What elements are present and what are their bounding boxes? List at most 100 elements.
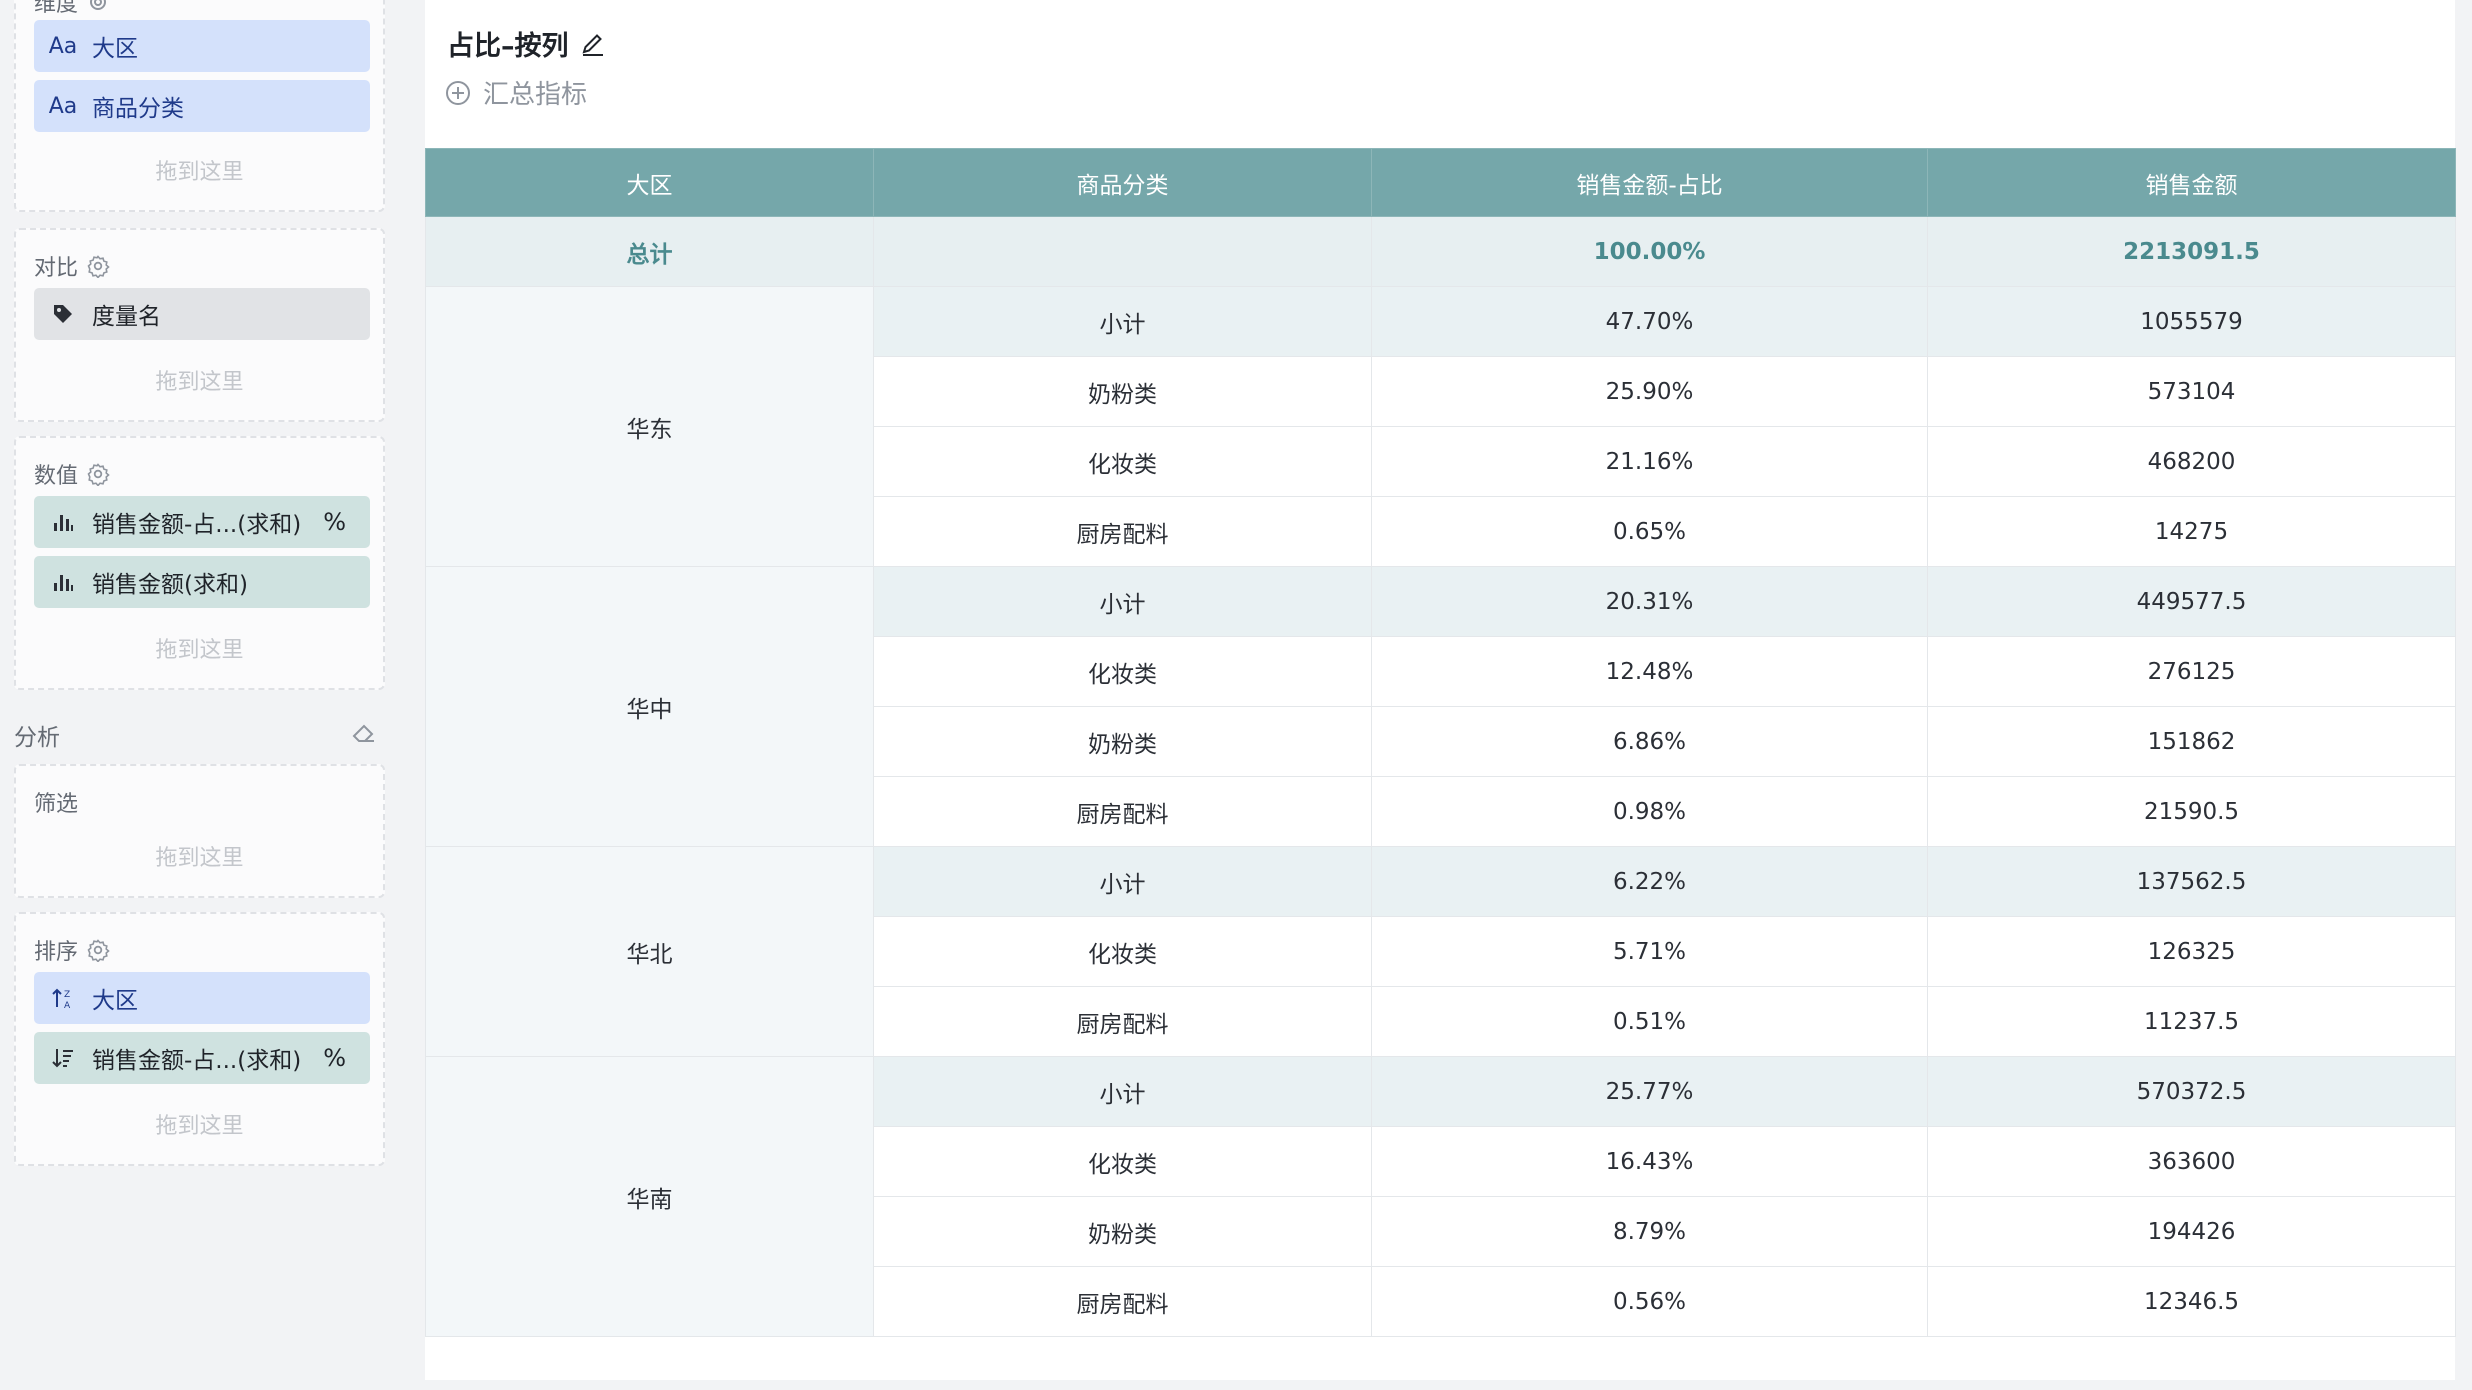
total-amount: 2213091.5 xyxy=(1927,216,2456,287)
category-cell: 化妆类 xyxy=(873,916,1372,987)
category-cell: 小计 xyxy=(873,566,1372,637)
chip-label: 大区 xyxy=(92,988,138,1014)
chart-title: 占比–按列 xyxy=(447,24,607,63)
pct-cell: 6.86% xyxy=(1371,706,1928,777)
chip-label: 销售金额(求和) xyxy=(92,572,248,598)
subtotal-row: 华中 小计 20.31% 449577.5 xyxy=(425,566,2456,847)
column-header-region[interactable]: 大区 xyxy=(425,148,874,217)
pct-cell: 0.51% xyxy=(1371,986,1928,1057)
pct-cell: 6.22% xyxy=(1371,846,1928,917)
column-header-sales-pct[interactable]: 销售金额-占比 xyxy=(1371,148,1928,217)
amount-cell: 570372.5 xyxy=(1927,1056,2456,1127)
region-cell: 华南 xyxy=(425,1056,874,1337)
compare-title-label: 对比 xyxy=(34,256,79,281)
pct-cell: 16.43% xyxy=(1371,1126,1928,1197)
category-cell: 奶粉类 xyxy=(873,706,1372,777)
compare-chip-measure-name[interactable]: 度量名 xyxy=(34,288,370,340)
svg-text:Z: Z xyxy=(64,990,70,1000)
region-cell: 华东 xyxy=(425,286,874,567)
amount-cell: 21590.5 xyxy=(1927,776,2456,847)
drop-hint: 拖到这里 xyxy=(155,160,244,185)
sort-section-title: 排序 xyxy=(34,934,110,966)
total-label: 总计 xyxy=(425,216,874,287)
percent-icon[interactable]: % xyxy=(323,508,346,536)
dimension-drop-zone[interactable]: 维度 Aa 大区 Aa 商品分类 拖到这里 xyxy=(14,0,385,212)
pct-cell: 0.56% xyxy=(1371,1266,1928,1337)
analysis-section-title: 分析 xyxy=(14,725,60,751)
category-cell: 厨房配料 xyxy=(873,986,1372,1057)
gear-icon[interactable] xyxy=(86,462,110,486)
category-cell: 厨房配料 xyxy=(873,1266,1372,1337)
column-header-sales-amount[interactable]: 销售金额 xyxy=(1927,148,2456,217)
amount-cell: 449577.5 xyxy=(1927,566,2456,637)
filter-title-label: 筛选 xyxy=(34,792,79,817)
value-section-title: 数值 xyxy=(34,458,110,490)
text-type-icon: Aa xyxy=(48,93,78,119)
compare-drop-zone[interactable]: 对比 度量名 拖到这里 xyxy=(14,228,385,422)
chart-card: 占比–按列 汇总指标 大区 商品分类 销售金额-占比 销售金额 总计 100.0… xyxy=(425,0,2456,1380)
filter-drop-zone[interactable]: 筛选 拖到这里 xyxy=(14,764,385,898)
amount-cell: 14275 xyxy=(1927,496,2456,567)
amount-cell: 137562.5 xyxy=(1927,846,2456,917)
field-config-panel: 维度 Aa 大区 Aa 商品分类 拖到这里 对比 度量名 拖到这里 数值 销售金… xyxy=(0,0,400,1390)
amount-cell: 194426 xyxy=(1927,1196,2456,1267)
percent-icon[interactable]: % xyxy=(323,1044,346,1072)
add-summary-metric-button[interactable]: 汇总指标 xyxy=(445,74,587,111)
bar-chart-icon xyxy=(50,571,76,593)
pct-cell: 12.48% xyxy=(1371,636,1928,707)
category-cell: 化妆类 xyxy=(873,636,1372,707)
pct-cell: 5.71% xyxy=(1371,916,1928,987)
sort-chip-sales-pct[interactable]: 销售金额-占...(求和) % xyxy=(34,1032,370,1084)
compare-section-title: 对比 xyxy=(34,250,110,282)
sort-chip-region[interactable]: ZA 大区 xyxy=(34,972,370,1024)
eraser-icon[interactable] xyxy=(350,718,378,746)
sort-title-label: 排序 xyxy=(34,940,79,965)
category-cell: 化妆类 xyxy=(873,426,1372,497)
chip-label: 度量名 xyxy=(92,304,161,330)
add-summary-metric-label: 汇总指标 xyxy=(483,80,588,110)
tag-icon xyxy=(50,303,76,325)
gear-icon[interactable] xyxy=(86,938,110,962)
gear-icon[interactable] xyxy=(86,0,110,14)
category-cell: 厨房配料 xyxy=(873,776,1372,847)
category-cell: 小计 xyxy=(873,1056,1372,1127)
value-drop-zone[interactable]: 数值 销售金额-占...(求和) % 销售金额(求和) 拖到这里 xyxy=(14,436,385,690)
drop-hint: 拖到这里 xyxy=(155,846,244,871)
amount-cell: 126325 xyxy=(1927,916,2456,987)
pct-cell: 20.31% xyxy=(1371,566,1928,637)
drop-hint: 拖到这里 xyxy=(155,638,244,663)
pivot-table: 大区 商品分类 销售金额-占比 销售金额 总计 100.00% 2213091.… xyxy=(425,148,2456,1337)
amount-cell: 1055579 xyxy=(1927,286,2456,357)
sort-drop-zone[interactable]: 排序 ZA 大区 销售金额-占...(求和) % 拖到这里 xyxy=(14,912,385,1166)
pct-cell: 0.65% xyxy=(1371,496,1928,567)
value-chip-sales-pct[interactable]: 销售金额-占...(求和) % xyxy=(34,496,370,548)
amount-cell: 12346.5 xyxy=(1927,1266,2456,1337)
edit-icon[interactable] xyxy=(579,30,607,58)
pct-cell: 21.16% xyxy=(1371,426,1928,497)
pct-cell: 25.90% xyxy=(1371,356,1928,427)
pct-cell: 25.77% xyxy=(1371,1056,1928,1127)
dimension-chip-region[interactable]: Aa 大区 xyxy=(34,20,370,72)
category-cell: 奶粉类 xyxy=(873,356,1372,427)
category-cell: 奶粉类 xyxy=(873,1196,1372,1267)
sort-desc-icon xyxy=(50,1046,76,1070)
value-chip-sales-amount[interactable]: 销售金额(求和) xyxy=(34,556,370,608)
column-header-category[interactable]: 商品分类 xyxy=(873,148,1372,217)
subtotal-row: 华东 小计 47.70% 1055579 xyxy=(425,286,2456,567)
chart-title-text: 占比–按列 xyxy=(447,31,569,62)
add-circle-icon xyxy=(446,80,470,105)
chip-label: 商品分类 xyxy=(92,96,184,122)
gear-icon[interactable] xyxy=(86,254,110,278)
amount-cell: 573104 xyxy=(1927,356,2456,427)
dimension-chip-category[interactable]: Aa 商品分类 xyxy=(34,80,370,132)
region-cell: 华中 xyxy=(425,566,874,847)
amount-cell: 276125 xyxy=(1927,636,2456,707)
table-header-row: 大区 商品分类 销售金额-占比 销售金额 xyxy=(425,148,2456,217)
dimension-section-title: 维度 xyxy=(34,0,110,18)
category-cell: 厨房配料 xyxy=(873,496,1372,567)
total-category-cell xyxy=(873,216,1372,287)
category-cell: 小计 xyxy=(873,846,1372,917)
dimension-title-label: 维度 xyxy=(34,0,79,17)
pct-cell: 0.98% xyxy=(1371,776,1928,847)
total-row: 总计 100.00% 2213091.5 xyxy=(425,216,2456,287)
